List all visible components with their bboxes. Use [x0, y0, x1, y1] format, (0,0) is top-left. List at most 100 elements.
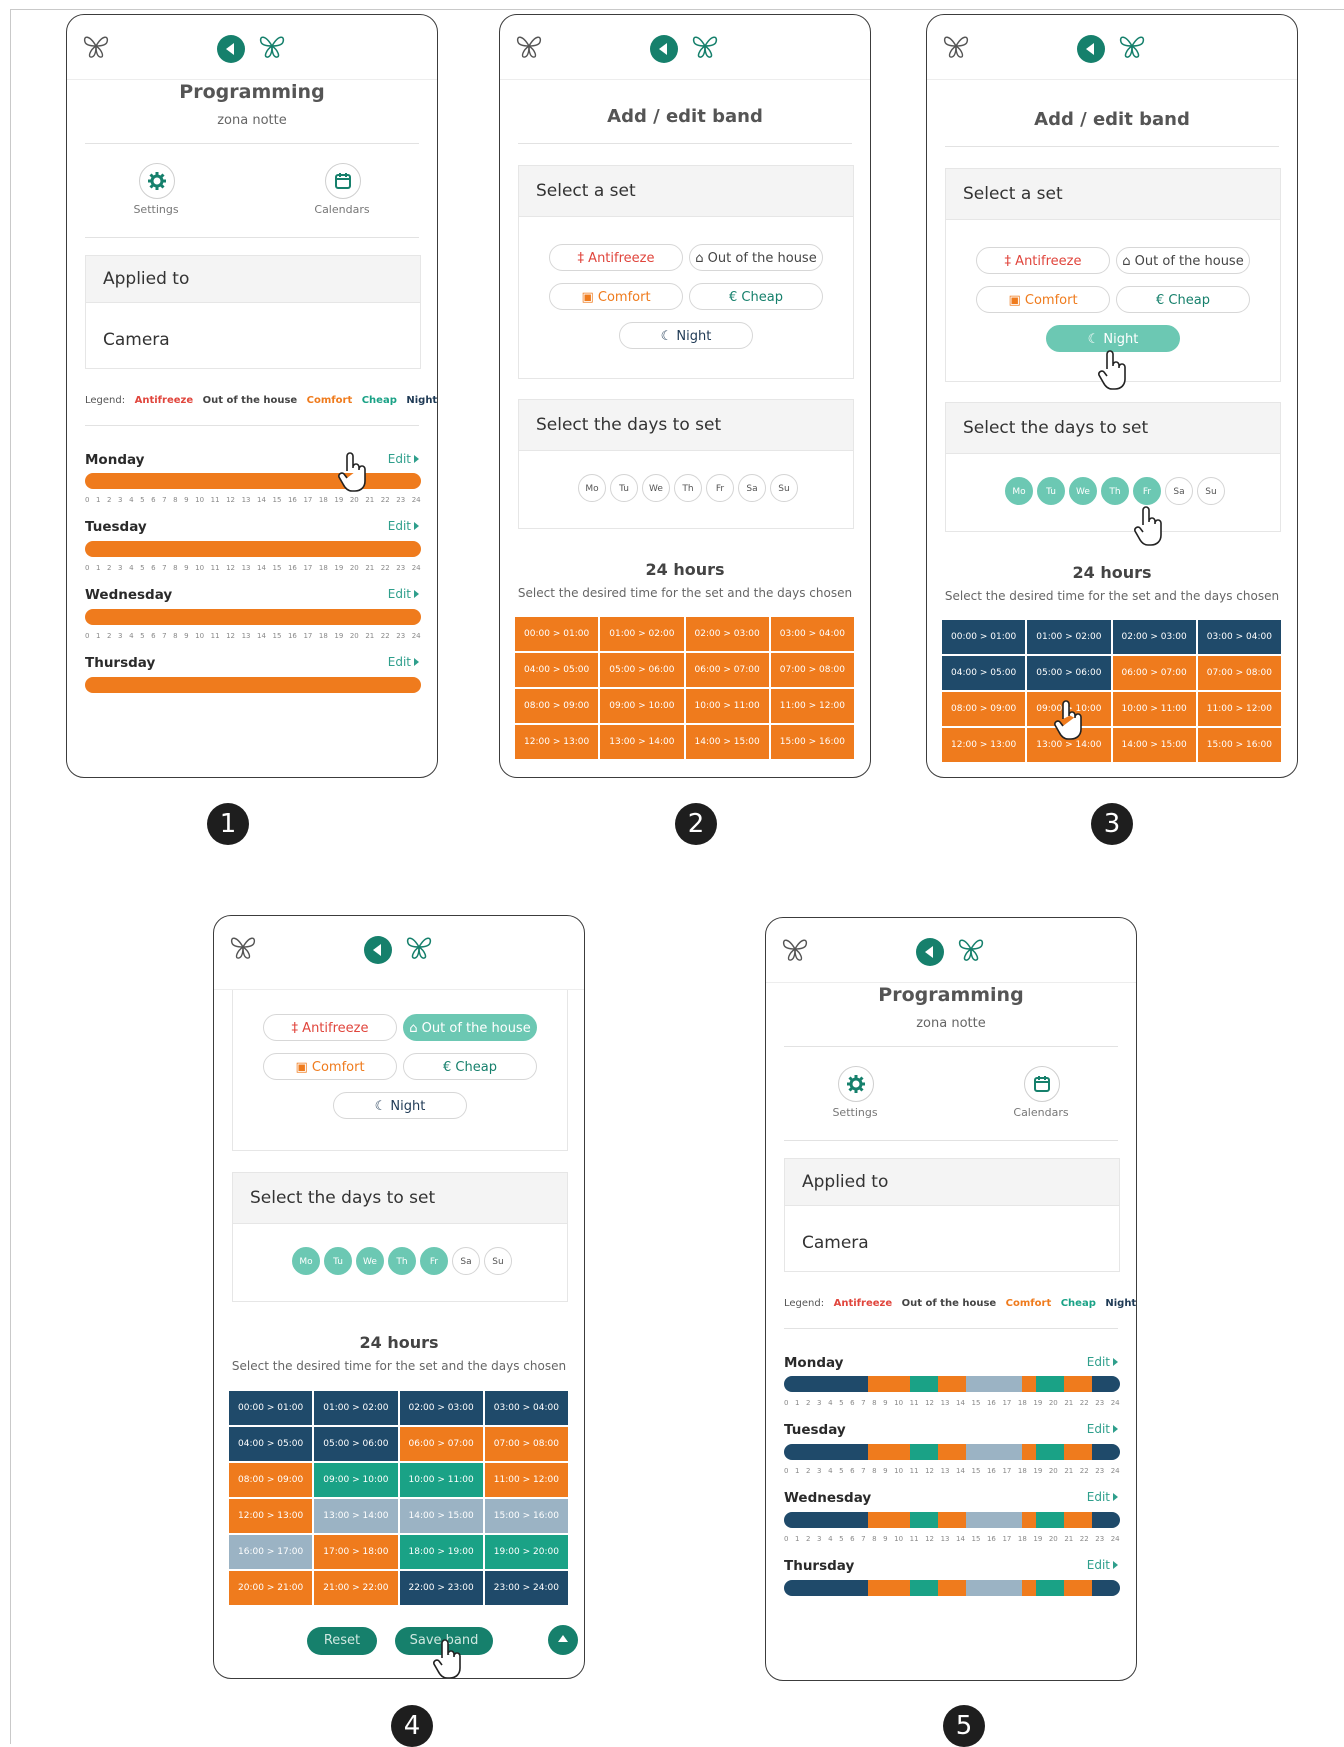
time-slot-cell[interactable]: 11:00 > 12:00	[484, 1463, 568, 1497]
time-slot-cell[interactable]: 02:00 > 03:00	[399, 1391, 483, 1425]
thursday-schedule-bar[interactable]	[784, 1580, 1120, 1596]
day-toggle[interactable]: Su	[770, 474, 798, 502]
time-slot-cell[interactable]: 05:00 > 06:00	[314, 1427, 398, 1461]
time-slot-cell[interactable]: 23:00 > 24:00	[484, 1571, 568, 1605]
time-slot-cell[interactable]: 05:00 > 06:00	[600, 653, 684, 687]
set-night-pill[interactable]: ☾ Night	[333, 1092, 467, 1119]
time-slot-cell[interactable]: 03:00 > 04:00	[1197, 620, 1281, 654]
day-toggle[interactable]: Sa	[738, 474, 766, 502]
edit-tuesday-link[interactable]: Edit	[388, 519, 419, 533]
back-button[interactable]	[217, 35, 245, 63]
monday-schedule-bar[interactable]	[784, 1376, 1120, 1392]
day-toggle[interactable]: We	[1069, 477, 1097, 505]
time-slot-cell[interactable]: 13:00 > 14:00	[600, 725, 684, 759]
set-antifreeze-pill[interactable]: ‡ Antifreeze	[263, 1014, 397, 1041]
day-toggle[interactable]: We	[642, 474, 670, 502]
time-slot-cell[interactable]: 06:00 > 07:00	[685, 653, 769, 687]
edit-wednesday-link[interactable]: Edit	[1087, 1490, 1118, 1504]
time-slot-cell[interactable]: 11:00 > 12:00	[770, 689, 854, 723]
day-toggle[interactable]: Sa	[452, 1247, 480, 1275]
day-toggle[interactable]: Tu	[1037, 477, 1065, 505]
time-slot-cell[interactable]: 08:00 > 09:00	[515, 689, 599, 723]
set-comfort-pill[interactable]: ▣ Comfort	[976, 286, 1110, 313]
time-slot-cell[interactable]: 00:00 > 01:00	[515, 617, 599, 651]
time-slot-cell[interactable]: 17:00 > 18:00	[314, 1535, 398, 1569]
day-toggle[interactable]: Th	[388, 1247, 416, 1275]
time-slot-cell[interactable]: 18:00 > 19:00	[399, 1535, 483, 1569]
time-slot-cell[interactable]: 09:00 > 10:00	[600, 689, 684, 723]
time-slot-cell[interactable]: 14:00 > 15:00	[399, 1499, 483, 1533]
settings-button[interactable]	[139, 163, 175, 199]
set-cheap-pill[interactable]: € Cheap	[689, 283, 823, 310]
time-slot-cell[interactable]: 19:00 > 20:00	[484, 1535, 568, 1569]
time-slot-cell[interactable]: 16:00 > 17:00	[229, 1535, 313, 1569]
set-cheap-pill[interactable]: € Cheap	[1116, 286, 1250, 313]
time-slot-cell[interactable]: 15:00 > 16:00	[770, 725, 854, 759]
day-toggle[interactable]: We	[356, 1247, 384, 1275]
day-toggle[interactable]: Tu	[324, 1247, 352, 1275]
day-toggle[interactable]: Mo	[578, 474, 606, 502]
time-slot-cell[interactable]: 07:00 > 08:00	[770, 653, 854, 687]
calendars-button[interactable]	[1024, 1066, 1060, 1102]
calendars-button[interactable]	[325, 163, 361, 199]
time-slot-cell[interactable]: 01:00 > 02:00	[314, 1391, 398, 1425]
time-slot-cell[interactable]: 11:00 > 12:00	[1197, 692, 1281, 726]
thursday-schedule-bar[interactable]	[85, 677, 421, 693]
edit-thursday-link[interactable]: Edit	[1087, 1558, 1118, 1572]
time-slot-cell[interactable]: 08:00 > 09:00	[229, 1463, 313, 1497]
set-antifreeze-pill[interactable]: ‡ Antifreeze	[976, 247, 1110, 274]
settings-button[interactable]	[838, 1066, 874, 1102]
time-slot-cell[interactable]: 04:00 > 05:00	[942, 656, 1026, 690]
time-slot-cell[interactable]: 14:00 > 15:00	[1112, 728, 1196, 762]
time-slot-cell[interactable]: 09:00 > 10:00	[314, 1463, 398, 1497]
edit-tuesday-link[interactable]: Edit	[1087, 1422, 1118, 1436]
time-slot-cell[interactable]: 10:00 > 11:00	[685, 689, 769, 723]
time-slot-cell[interactable]: 12:00 > 13:00	[515, 725, 599, 759]
time-slot-cell[interactable]: 02:00 > 03:00	[685, 617, 769, 651]
time-slot-cell[interactable]: 07:00 > 08:00	[1197, 656, 1281, 690]
set-comfort-pill[interactable]: ▣ Comfort	[549, 283, 683, 310]
time-slot-cell[interactable]: 06:00 > 07:00	[1112, 656, 1196, 690]
time-slot-cell[interactable]: 02:00 > 03:00	[1112, 620, 1196, 654]
time-slot-cell[interactable]: 00:00 > 01:00	[229, 1391, 313, 1425]
edit-thursday-link[interactable]: Edit	[388, 655, 419, 669]
set-cheap-pill[interactable]: € Cheap	[403, 1053, 537, 1080]
reset-button[interactable]: Reset	[307, 1627, 377, 1655]
edit-monday-link[interactable]: Edit	[1087, 1355, 1118, 1369]
day-toggle[interactable]: Su	[484, 1247, 512, 1275]
set-antifreeze-pill[interactable]: ‡ Antifreeze	[549, 244, 683, 271]
tuesday-schedule-bar[interactable]	[784, 1444, 1120, 1460]
day-toggle[interactable]: Fr	[706, 474, 734, 502]
day-toggle[interactable]: Mo	[292, 1247, 320, 1275]
time-slot-cell[interactable]: 22:00 > 23:00	[399, 1571, 483, 1605]
set-night-pill[interactable]: ☾ Night	[619, 322, 753, 349]
set-comfort-pill[interactable]: ▣ Comfort	[263, 1053, 397, 1080]
back-button[interactable]	[916, 938, 944, 966]
set-out-of-house-pill[interactable]: ⌂ Out of the house	[1116, 247, 1250, 274]
time-slot-cell[interactable]: 03:00 > 04:00	[770, 617, 854, 651]
day-toggle[interactable]: Fr	[420, 1247, 448, 1275]
time-slot-cell[interactable]: 08:00 > 09:00	[942, 692, 1026, 726]
time-slot-cell[interactable]: 04:00 > 05:00	[229, 1427, 313, 1461]
time-slot-cell[interactable]: 00:00 > 01:00	[942, 620, 1026, 654]
back-button[interactable]	[1077, 35, 1105, 63]
time-slot-cell[interactable]: 10:00 > 11:00	[399, 1463, 483, 1497]
edit-monday-link[interactable]: Edit	[388, 452, 419, 466]
time-slot-cell[interactable]: 04:00 > 05:00	[515, 653, 599, 687]
day-toggle[interactable]: Fr	[1133, 477, 1161, 505]
scroll-up-button[interactable]	[548, 1625, 578, 1655]
day-toggle[interactable]: Mo	[1005, 477, 1033, 505]
time-slot-cell[interactable]: 21:00 > 22:00	[314, 1571, 398, 1605]
tuesday-schedule-bar[interactable]	[85, 541, 421, 557]
day-toggle[interactable]: Su	[1197, 477, 1225, 505]
time-slot-cell[interactable]: 15:00 > 16:00	[1197, 728, 1281, 762]
time-slot-cell[interactable]: 07:00 > 08:00	[484, 1427, 568, 1461]
time-slot-cell[interactable]: 20:00 > 21:00	[229, 1571, 313, 1605]
time-slot-cell[interactable]: 12:00 > 13:00	[942, 728, 1026, 762]
back-button[interactable]	[364, 936, 392, 964]
time-slot-cell[interactable]: 15:00 > 16:00	[484, 1499, 568, 1533]
time-slot-cell[interactable]: 06:00 > 07:00	[399, 1427, 483, 1461]
time-slot-cell[interactable]: 01:00 > 02:00	[600, 617, 684, 651]
time-slot-cell[interactable]: 10:00 > 11:00	[1112, 692, 1196, 726]
set-out-of-house-pill[interactable]: ⌂ Out of the house	[689, 244, 823, 271]
